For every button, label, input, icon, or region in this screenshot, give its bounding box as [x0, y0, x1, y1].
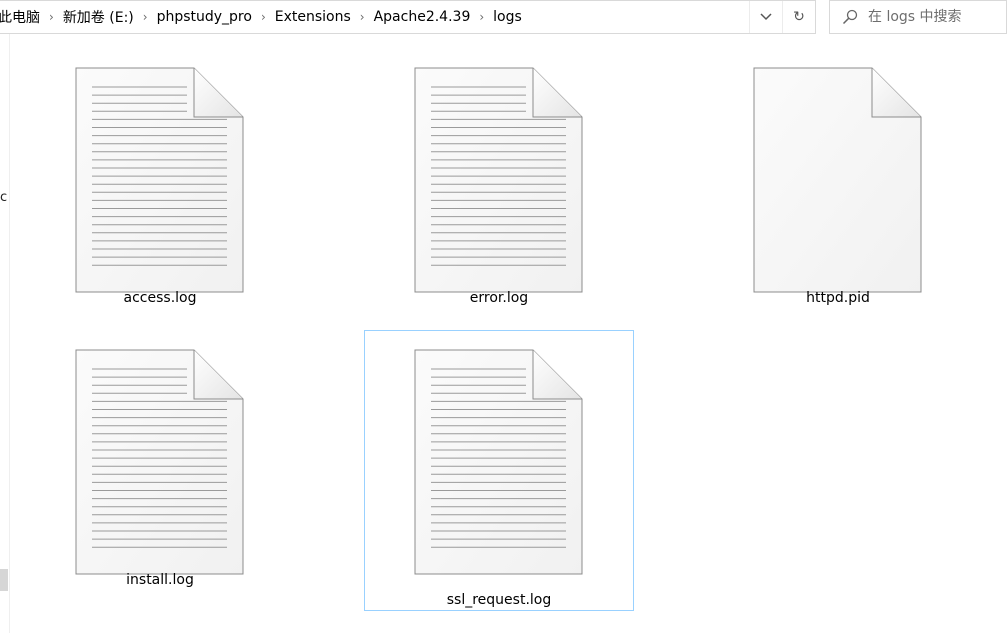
- refresh-icon: ↻: [793, 9, 805, 25]
- file-item-ssl-request-log[interactable]: ssl_request.log: [364, 330, 634, 611]
- file-name: install.log: [126, 572, 194, 588]
- search-box[interactable]: [829, 0, 1007, 34]
- file-name: httpd.pid: [806, 290, 870, 306]
- file-item-access-log[interactable]: access.log: [25, 31, 295, 311]
- address-bar[interactable]: 此电脑 › 新加卷 (E:) › phpstudy_pro › Extensio…: [0, 0, 816, 34]
- chevron-right-icon[interactable]: ›: [473, 10, 490, 24]
- file-name: error.log: [469, 290, 529, 306]
- breadcrumb-extensions[interactable]: Extensions: [272, 9, 354, 25]
- file-item-error-log[interactable]: error.log: [364, 31, 634, 311]
- address-dropdown-button[interactable]: [749, 1, 782, 33]
- blank-document-icon: [753, 67, 922, 293]
- breadcrumb-this-pc[interactable]: 此电脑: [0, 7, 43, 27]
- navigation-pane[interactable]: [0, 34, 10, 633]
- chevron-right-icon[interactable]: ›: [255, 10, 272, 24]
- chevron-right-icon[interactable]: ›: [43, 10, 60, 24]
- breadcrumb-drive-e[interactable]: 新加卷 (E:): [60, 7, 137, 27]
- chevron-right-icon[interactable]: ›: [354, 10, 371, 24]
- file-name: ssl_request.log: [446, 592, 552, 608]
- breadcrumb-apache[interactable]: Apache2.4.39: [371, 9, 474, 25]
- search-icon: [842, 9, 858, 25]
- chevron-down-icon: [760, 13, 772, 21]
- text-document-icon: [414, 349, 583, 575]
- breadcrumb-logs[interactable]: logs: [490, 9, 525, 25]
- navigation-scrollbar-thumb[interactable]: [0, 569, 8, 591]
- text-document-icon: [75, 67, 244, 293]
- file-item-install-log[interactable]: install.log: [25, 313, 295, 593]
- chevron-right-icon[interactable]: ›: [137, 10, 154, 24]
- text-document-icon: [414, 67, 583, 293]
- file-item-httpd-pid[interactable]: httpd.pid: [703, 31, 973, 311]
- refresh-button[interactable]: ↻: [782, 1, 815, 33]
- file-name: access.log: [123, 290, 197, 306]
- text-document-icon: [75, 349, 244, 575]
- navigation-pane-label-fragment: c: [0, 190, 8, 205]
- breadcrumb-phpstudy-pro[interactable]: phpstudy_pro: [154, 9, 255, 25]
- search-input[interactable]: [866, 8, 1000, 26]
- breadcrumb: 此电脑 › 新加卷 (E:) › phpstudy_pro › Extensio…: [0, 1, 749, 33]
